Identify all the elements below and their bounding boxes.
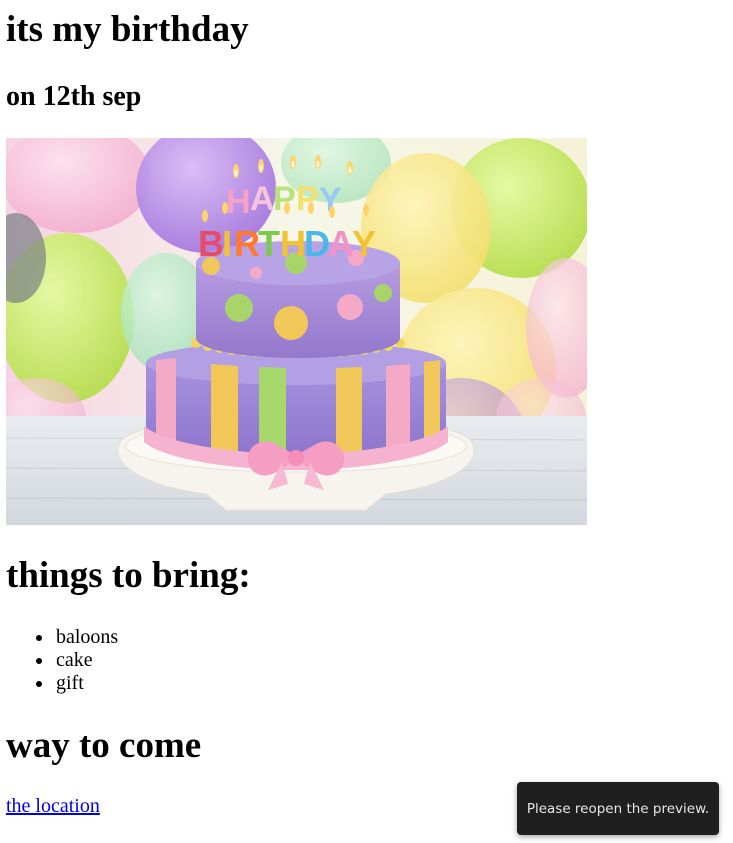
bullet-icon xyxy=(36,681,42,687)
bullet-icon xyxy=(36,658,42,664)
svg-text:B: B xyxy=(198,223,224,264)
location-link[interactable]: the location xyxy=(6,795,100,818)
list-item-label: baloons xyxy=(56,626,119,648)
svg-text:P: P xyxy=(273,180,296,218)
birthday-cake-image: H A P P Y B I R T H D A Y xyxy=(6,138,587,525)
list-item: gift xyxy=(6,672,118,695)
svg-text:D: D xyxy=(304,223,330,264)
list-item: baloons xyxy=(6,626,118,649)
list-item-label: cake xyxy=(56,649,93,671)
svg-text:I: I xyxy=(222,223,232,264)
preview-toast: Please reopen the preview. xyxy=(517,782,719,835)
svg-text:A: A xyxy=(328,223,354,264)
toast-message: Please reopen the preview. xyxy=(526,800,710,817)
svg-text:H: H xyxy=(226,183,251,221)
svg-text:H: H xyxy=(280,223,306,264)
svg-text:A: A xyxy=(250,180,275,218)
bullet-icon xyxy=(36,635,42,641)
list-item-label: gift xyxy=(56,672,84,694)
things-heading: things to bring: xyxy=(6,555,251,596)
svg-text:P: P xyxy=(296,180,319,218)
way-heading: way to come xyxy=(6,725,202,766)
things-list: baloons cake gift xyxy=(6,626,118,695)
page-subtitle: on 12th sep xyxy=(6,81,142,112)
page-title: its my birthday xyxy=(6,9,249,50)
svg-text:T: T xyxy=(258,223,280,264)
svg-text:R: R xyxy=(234,223,260,264)
svg-text:Y: Y xyxy=(352,223,376,264)
list-item: cake xyxy=(6,649,118,672)
